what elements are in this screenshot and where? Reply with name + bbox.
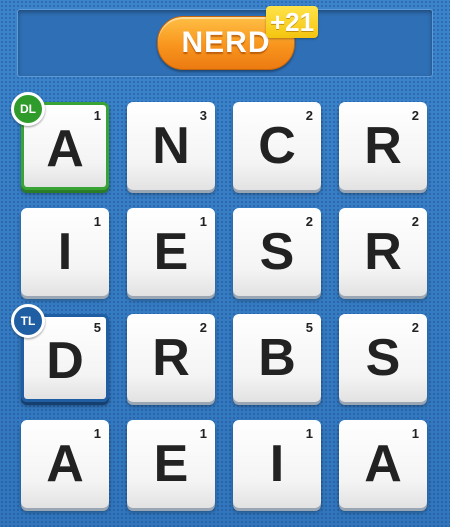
current-word: NERD bbox=[181, 26, 271, 59]
letter-tile[interactable]: 5 B bbox=[233, 314, 321, 402]
tile-letter: A bbox=[46, 120, 84, 178]
tile-letter: I bbox=[57, 223, 73, 281]
letter-tile[interactable]: 2 C bbox=[233, 102, 321, 190]
tile-letter: E bbox=[153, 223, 189, 281]
tile-letter: B bbox=[258, 329, 296, 387]
tile-letter: I bbox=[269, 435, 285, 493]
letter-tile[interactable]: 1 E bbox=[127, 208, 215, 296]
double-letter-badge: DL bbox=[11, 92, 45, 126]
letter-tile[interactable]: 1 E bbox=[127, 420, 215, 508]
letter-tile[interactable]: 1 A bbox=[339, 420, 427, 508]
tile-letter: C bbox=[258, 117, 296, 175]
tile-letter: S bbox=[259, 223, 295, 281]
letter-tile[interactable]: 1 I bbox=[233, 420, 321, 508]
tile-letter: N bbox=[152, 117, 190, 175]
letter-tile[interactable]: 1 A bbox=[21, 420, 109, 508]
letter-tile[interactable]: 2 R bbox=[127, 314, 215, 402]
tile-letter: R bbox=[364, 223, 402, 281]
letter-tile[interactable]: 2 R bbox=[339, 208, 427, 296]
tile-letter: E bbox=[153, 435, 189, 493]
letter-tile[interactable]: 3 N bbox=[127, 102, 215, 190]
tile-letter: R bbox=[152, 329, 190, 387]
tile-letter: R bbox=[364, 117, 402, 175]
tile-letter: A bbox=[46, 435, 84, 493]
tile-letter: S bbox=[365, 329, 401, 387]
tile-letter: D bbox=[46, 332, 84, 390]
word-score-badge: +21 bbox=[266, 6, 319, 38]
tile-letter: A bbox=[364, 435, 402, 493]
triple-letter-badge: TL bbox=[11, 304, 45, 338]
letter-tile[interactable]: 2 S bbox=[339, 314, 427, 402]
letter-tile[interactable]: 2 S bbox=[233, 208, 321, 296]
letter-tile[interactable]: 2 R bbox=[339, 102, 427, 190]
letter-tile[interactable]: 1 I bbox=[21, 208, 109, 296]
